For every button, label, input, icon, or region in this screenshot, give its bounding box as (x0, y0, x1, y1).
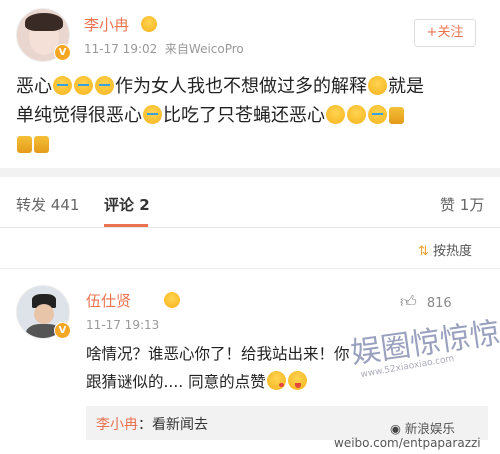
verified-badge-icon: V (54, 44, 71, 61)
post-line-3 (16, 130, 486, 159)
tab-likes[interactable]: 赞 1万 (440, 194, 484, 215)
post-time: 11-17 19:02 (84, 42, 158, 56)
weibo-logo-icon: ◉ (390, 421, 401, 436)
blushing-emoji-icon (347, 105, 366, 124)
post-author-name[interactable]: 李小冉 (84, 14, 129, 35)
crying-emoji-icon (368, 105, 387, 124)
crying-emoji-icon (74, 76, 93, 95)
post-meta: 11-17 19:02 来自WeicoPro (84, 40, 244, 57)
tabs-divider (0, 227, 500, 228)
comment-time: 11-17 19:13 (86, 318, 160, 332)
reply-author[interactable]: 李小冉 (96, 417, 138, 433)
section-separator (0, 168, 500, 177)
comment-author-name[interactable]: 伍仕贤 (86, 290, 131, 311)
reply-row: 李小冉：看新闻去 (96, 417, 208, 433)
crying-emoji-icon (95, 76, 114, 95)
comment-like-button[interactable]: 👍︎ 816 (400, 292, 452, 312)
footer-watermark-brand: ◉ 新浪娱乐 (390, 421, 455, 436)
thumbs-down-icon (17, 136, 32, 153)
thumbs-down-icon (389, 107, 404, 124)
follow-button[interactable]: +关注 (414, 19, 476, 47)
verified-badge-icon: V (54, 322, 71, 339)
sort-icon: ⇅ (418, 244, 429, 259)
footer-watermark-url: weibo.com/entpaparazzi (334, 436, 481, 450)
post-line-2: 单纯觉得很恶心 比吃了只苍蝇还恶心 (16, 101, 486, 130)
sort-by-hot-button[interactable]: ⇅ 按热度 (418, 240, 472, 259)
post-line-1: 恶心 作为女人我也不想做过多的解释 就是 (16, 76, 424, 97)
kiss-emoji-icon (266, 371, 286, 390)
tab-comments[interactable]: 评论 2 (104, 194, 150, 215)
comments-divider (0, 268, 500, 269)
thumbs-up-icon: 👍︎ (400, 292, 417, 311)
tongue-emoji-icon (287, 371, 307, 390)
blushing-emoji-icon (368, 76, 387, 95)
crying-emoji-icon (53, 76, 72, 95)
blushing-emoji-icon (141, 16, 157, 32)
post-text: 恶心 作为女人我也不想做过多的解释 就是 单纯觉得很恶心 比吃了只苍蝇还恶心 (16, 72, 486, 159)
reply-text: 看新闻去 (152, 417, 208, 433)
post-source[interactable]: 来自WeicoPro (165, 42, 244, 56)
comment-line-2: 跟猜谜似的.... 同意的点赞 (86, 368, 486, 396)
crying-emoji-icon (143, 105, 162, 124)
thumbs-down-icon (34, 136, 49, 153)
blushing-emoji-icon (164, 292, 181, 308)
blushing-emoji-icon (326, 105, 345, 124)
tab-repost[interactable]: 转发 441 (16, 194, 79, 215)
